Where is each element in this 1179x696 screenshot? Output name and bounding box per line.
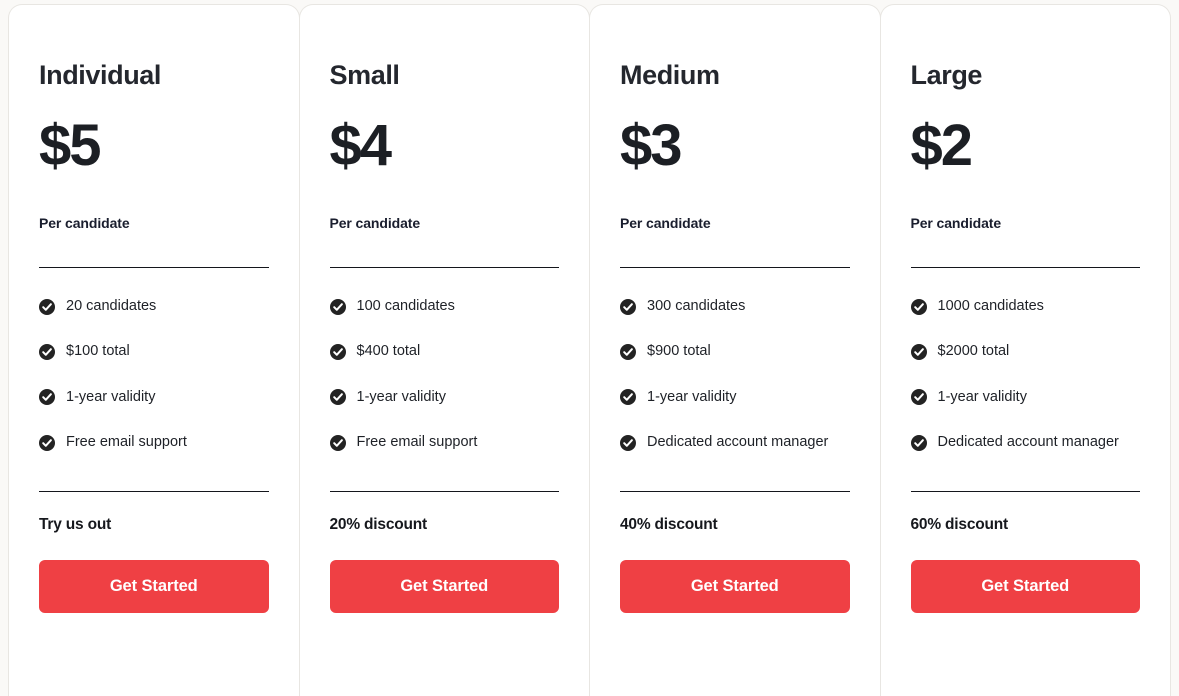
check-circle-icon (329, 298, 346, 315)
feature-item: $100 total (39, 343, 269, 361)
feature-item: 1-year validity (910, 388, 1141, 406)
feature-list: 1000 candidates $2000 total 1-year valid… (910, 298, 1141, 480)
check-circle-icon (620, 434, 636, 451)
feature-label: 1-year validity (356, 388, 446, 405)
plan-name: Individual (39, 60, 162, 90)
divider-bottom (39, 490, 269, 492)
plan-price: $4 (329, 113, 393, 178)
feature-list: 300 candidates $900 total 1-year validit… (620, 298, 850, 480)
plan-unit-label: Per candidate (39, 215, 130, 231)
feature-label: Free email support (356, 434, 478, 451)
check-circle-icon (329, 389, 346, 406)
feature-item: 1-year validity (620, 389, 850, 406)
feature-item: Free email support (39, 434, 269, 451)
plan-note: 40% discount (620, 515, 718, 533)
feature-label: 100 candidates (356, 298, 455, 314)
feature-item: 20 candidates (39, 298, 269, 315)
get-started-button[interactable]: Get Started (39, 559, 269, 613)
check-circle-icon (910, 389, 927, 406)
feature-label: $100 total (66, 343, 130, 360)
feature-item: 1000 candidates (910, 298, 1141, 315)
plan-note: 20% discount (329, 515, 428, 533)
check-circle-icon (39, 344, 55, 361)
feature-label: Dedicated account manager (647, 434, 829, 451)
feature-item: 100 candidates (329, 298, 560, 315)
plan-card-small: Small $4 Per candidate 100 candidates $4… (298, 4, 590, 696)
plan-name: Medium (620, 60, 720, 90)
plan-note: 60% discount (910, 515, 1009, 533)
feature-item: $2000 total (910, 343, 1141, 361)
get-started-button[interactable]: Get Started (910, 559, 1140, 613)
plan-card-large: Large $2 Per candidate 1000 candidates $… (879, 4, 1171, 696)
check-circle-icon (910, 434, 927, 451)
check-circle-icon (39, 389, 55, 406)
feature-label: Free email support (66, 434, 187, 451)
divider-top (329, 267, 559, 268)
check-circle-icon (39, 434, 55, 451)
plan-unit-label: Per candidate (620, 215, 711, 231)
check-circle-icon (39, 298, 55, 315)
divider-top (910, 267, 1140, 268)
feature-label: Dedicated account manager (937, 434, 1119, 451)
feature-list: 20 candidates $100 total 1-year validity (39, 298, 269, 480)
divider-bottom (329, 490, 559, 492)
feature-label: 300 candidates (647, 298, 746, 314)
feature-item: Free email support (329, 434, 560, 451)
feature-item: 1-year validity (329, 388, 560, 406)
feature-label: $400 total (356, 343, 421, 360)
pricing-plans-grid: Individual $5 Per candidate 20 candidate… (0, 0, 1179, 696)
feature-label: 1000 candidates (937, 298, 1044, 314)
feature-item: 300 candidates (620, 298, 850, 315)
feature-label: 1-year validity (647, 388, 737, 405)
check-circle-icon (910, 298, 927, 315)
divider-top (620, 267, 850, 268)
plan-price: $3 (620, 113, 683, 178)
feature-item: $900 total (620, 343, 850, 361)
plan-name: Large (910, 60, 983, 90)
feature-item: 1-year validity (39, 389, 269, 406)
feature-label: $2000 total (937, 343, 1010, 360)
divider-bottom (620, 490, 850, 492)
divider-top (39, 267, 269, 268)
plan-card-individual: Individual $5 Per candidate 20 candidate… (8, 4, 300, 696)
feature-item: Dedicated account manager (910, 434, 1141, 451)
feature-label: 1-year validity (937, 388, 1027, 405)
check-circle-icon (620, 344, 636, 361)
check-circle-icon (329, 434, 346, 451)
feature-label: $900 total (647, 343, 711, 360)
divider-bottom (910, 490, 1140, 492)
check-circle-icon (620, 389, 636, 406)
feature-list: 100 candidates $400 total 1-year validit… (329, 298, 560, 480)
feature-item: Dedicated account manager (620, 434, 850, 451)
feature-item: $400 total (329, 343, 560, 361)
plan-price: $2 (910, 113, 974, 178)
get-started-button[interactable]: Get Started (329, 559, 559, 613)
plan-unit-label: Per candidate (910, 215, 1002, 231)
feature-label: 20 candidates (66, 298, 157, 314)
check-circle-icon (620, 298, 636, 315)
check-circle-icon (329, 344, 346, 361)
plan-note: Try us out (39, 515, 112, 533)
plan-unit-label: Per candidate (329, 215, 421, 231)
get-started-button[interactable]: Get Started (620, 559, 850, 613)
check-circle-icon (910, 344, 927, 361)
plan-name: Small (329, 60, 400, 90)
plan-card-medium: Medium $3 Per candidate 300 candidates $… (589, 4, 881, 696)
feature-label: 1-year validity (66, 388, 156, 405)
plan-price: $5 (39, 113, 102, 178)
